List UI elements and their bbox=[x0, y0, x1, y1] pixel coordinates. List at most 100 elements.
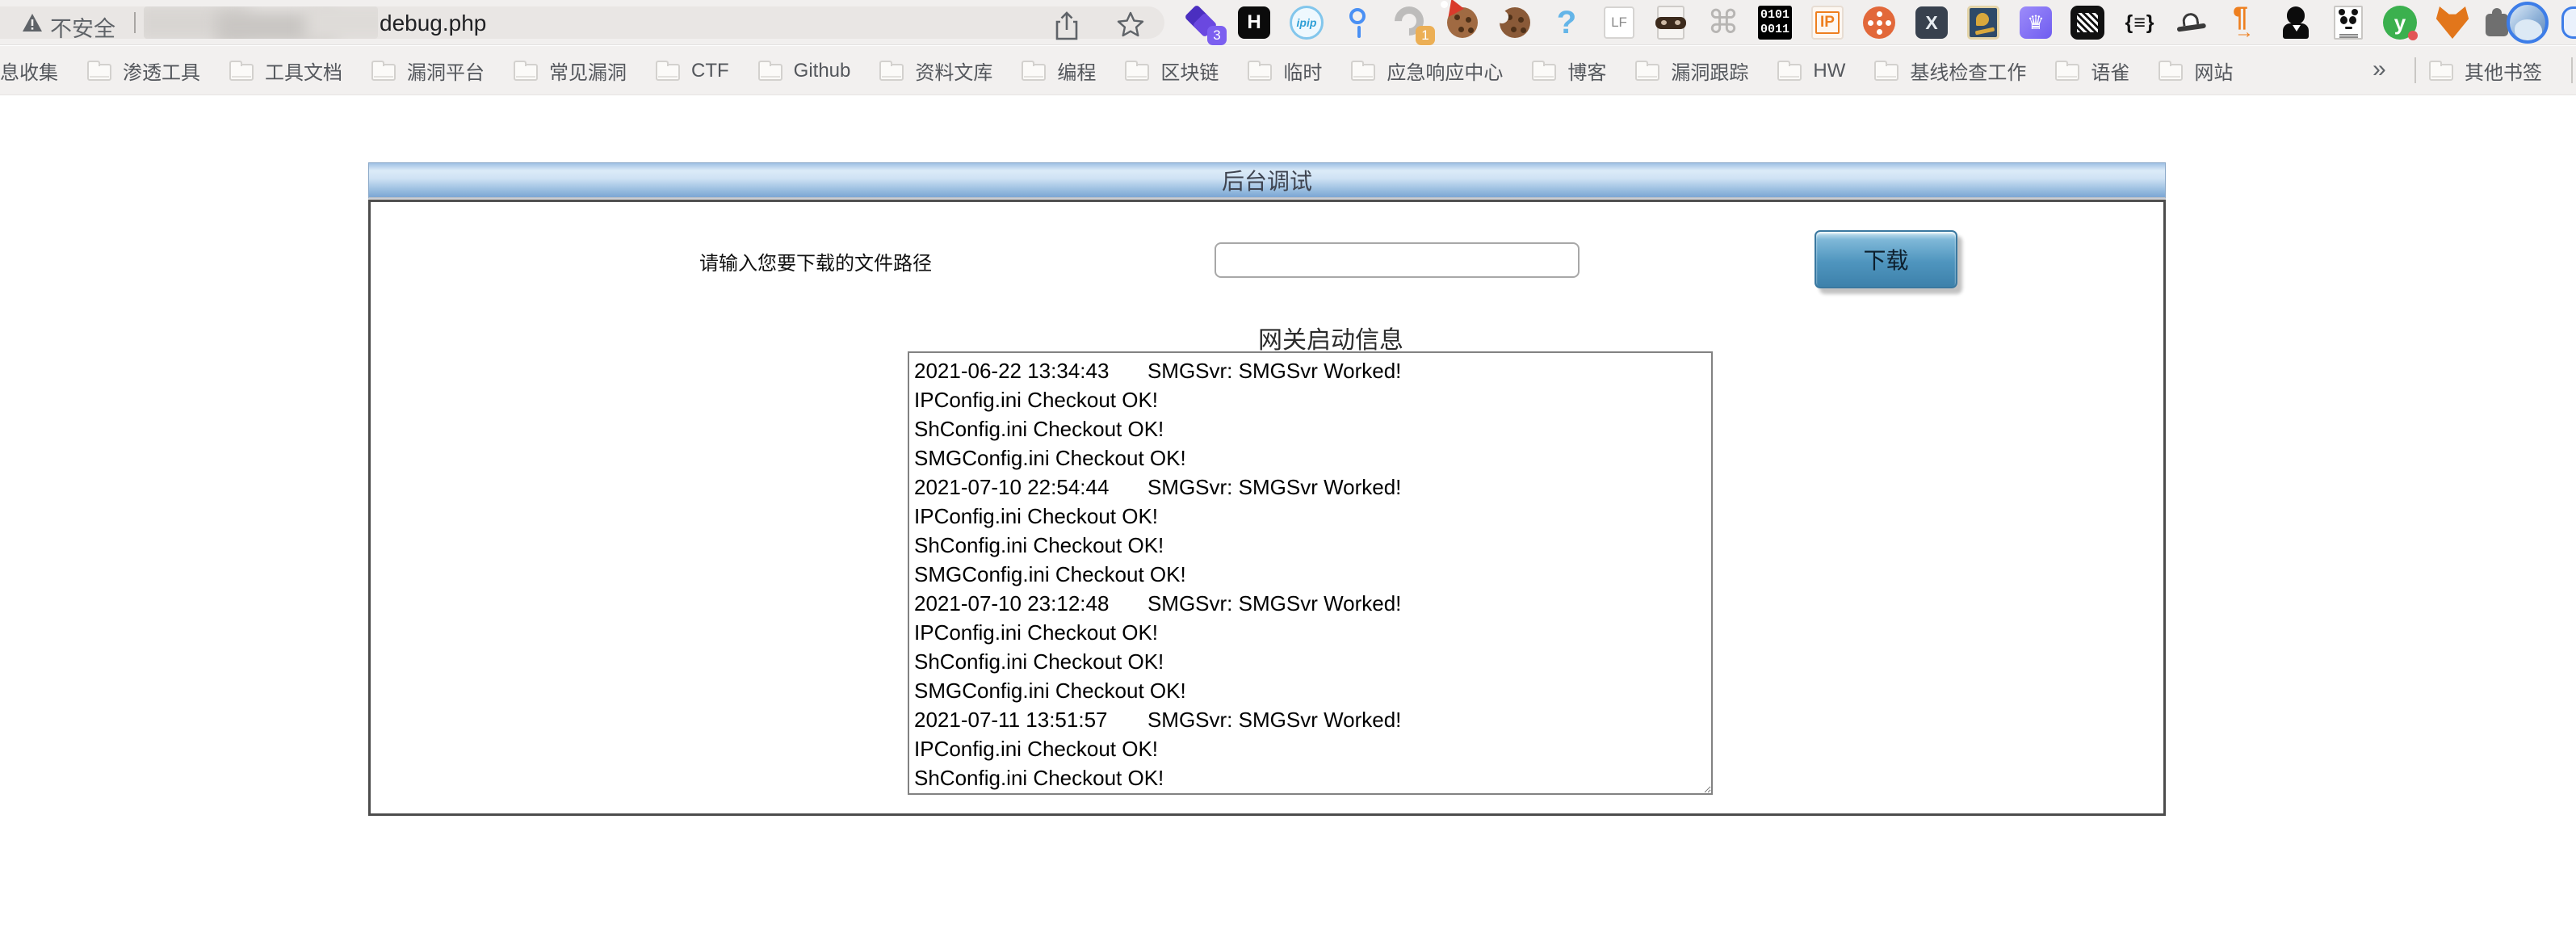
bookmark-item[interactable]: 资料文库 bbox=[879, 57, 992, 85]
bookmark-item[interactable]: 渗透工具 bbox=[87, 57, 200, 85]
chip-divider bbox=[134, 12, 136, 33]
ext-question-icon[interactable]: ? bbox=[1549, 5, 1584, 40]
ext-fox-wallet-icon[interactable] bbox=[2435, 5, 2470, 40]
ext-binary-icon[interactable]: 01010011 bbox=[1757, 5, 1793, 40]
not-secure-warning-icon bbox=[23, 14, 42, 32]
bookmark-item[interactable]: 基线检查工作 bbox=[1874, 57, 2026, 85]
bookmark-item[interactable]: 编程 bbox=[1022, 57, 1096, 85]
ext-command-icon[interactable]: ⌘ bbox=[1705, 5, 1741, 40]
ext-hooded-figure-icon[interactable] bbox=[2278, 5, 2314, 40]
bookmarks-divider-right bbox=[2571, 57, 2573, 83]
ext-y-icon[interactable]: y bbox=[2382, 5, 2418, 40]
bookmark-label: 编程 bbox=[1057, 57, 1096, 85]
browser-toolbar: 不安全 debug.php 3 H ipip 1 bbox=[0, 0, 2576, 45]
bookmarks-overflow-chevron[interactable]: » bbox=[2373, 56, 2386, 83]
panel-title-bar: 后台调试 bbox=[368, 162, 2166, 199]
ext-loop-icon[interactable]: 1 bbox=[1393, 5, 1429, 40]
security-chip-label[interactable]: 不安全 bbox=[50, 11, 115, 43]
ext-fedora-hat-icon[interactable] bbox=[2174, 5, 2209, 40]
bookmark-label: 博客 bbox=[1567, 57, 1606, 85]
other-bookmarks-folder[interactable]: 其他书签 bbox=[2429, 46, 2542, 95]
folder-icon bbox=[2055, 64, 2079, 81]
profile-avatar[interactable] bbox=[2507, 2, 2549, 44]
bookmark-label: 漏洞跟踪 bbox=[1671, 57, 1748, 85]
folder-icon bbox=[1635, 64, 1659, 81]
ext-x-icon[interactable]: X bbox=[1914, 5, 1949, 40]
ext-crown-icon[interactable]: ♛ bbox=[2018, 5, 2054, 40]
url-text[interactable]: debug.php bbox=[380, 11, 486, 36]
bookmark-item[interactable]: 常见漏洞 bbox=[514, 57, 627, 85]
folder-icon bbox=[514, 64, 538, 81]
bookmark-item[interactable]: 临时 bbox=[1248, 57, 1322, 85]
ext-ip-icon[interactable]: IP bbox=[1810, 5, 1845, 40]
download-path-input[interactable] bbox=[1215, 242, 1580, 278]
bookmark-label: 常见漏洞 bbox=[549, 57, 627, 85]
ext-ipip-icon[interactable]: ipip bbox=[1289, 5, 1324, 40]
bookmark-label: 息收集 bbox=[0, 57, 58, 85]
address-bar[interactable]: 不安全 debug.php bbox=[0, 6, 1164, 39]
bookmark-item[interactable]: 网站 bbox=[2159, 57, 2233, 85]
bookmarks-row: 息收集 渗透工具 工具文档 漏洞平台 常见漏洞 CTF Github 资料文库 编程 区块链 临时 应… bbox=[0, 46, 2233, 95]
download-path-label: 请输入您要下载的文件路径 bbox=[699, 247, 932, 275]
bookmark-star-icon[interactable] bbox=[1116, 11, 1145, 40]
ext-pilcrow-icon[interactable]: ¶→ bbox=[2226, 5, 2262, 40]
folder-icon bbox=[1125, 64, 1149, 81]
ext-emblem-icon[interactable] bbox=[1966, 5, 2001, 40]
folder-icon bbox=[1532, 64, 1556, 81]
folder-icon bbox=[371, 64, 396, 81]
folder-icon bbox=[1777, 64, 1802, 81]
ext-badge: 3 bbox=[1207, 26, 1227, 45]
ext-h-icon[interactable]: H bbox=[1236, 5, 1272, 40]
page-title: 后台调试 bbox=[1222, 164, 1312, 196]
bookmark-item[interactable]: 语雀 bbox=[2055, 57, 2129, 85]
bookmark-label: 漏洞平台 bbox=[407, 57, 485, 85]
bookmark-label: 工具文档 bbox=[265, 57, 342, 85]
ext-santa-cookie-icon[interactable] bbox=[1445, 5, 1480, 40]
bookmark-item[interactable]: 工具文档 bbox=[229, 57, 342, 85]
bookmark-label: 渗透工具 bbox=[123, 57, 200, 85]
bookmark-label: HW bbox=[1813, 60, 1845, 82]
bookmark-label: 基线检查工作 bbox=[1910, 57, 2026, 85]
bookmarks-bar: 息收集 渗透工具 工具文档 漏洞平台 常见漏洞 CTF Github 资料文库 编程 区块链 临时 应… bbox=[0, 46, 2576, 95]
bookmark-item[interactable]: 息收集 bbox=[0, 57, 58, 85]
bookmark-label: 网站 bbox=[2194, 57, 2233, 85]
bookmark-label: 资料文库 bbox=[915, 57, 992, 85]
ext-glitch-icon[interactable] bbox=[2070, 5, 2105, 40]
share-icon[interactable] bbox=[1055, 11, 1079, 41]
folder-icon bbox=[879, 64, 904, 81]
folder-icon bbox=[758, 64, 782, 81]
ext-badge: 1 bbox=[1416, 26, 1435, 45]
bookmark-label: Github bbox=[794, 60, 851, 82]
folder-icon bbox=[2159, 64, 2183, 81]
bookmark-item[interactable]: 博客 bbox=[1532, 57, 1606, 85]
ext-cookie-icon[interactable] bbox=[1497, 5, 1533, 40]
gateway-log-heading: 网关启动信息 bbox=[1230, 320, 1432, 355]
folder-icon bbox=[1022, 64, 1046, 81]
debug-panel: 后台调试 请输入您要下载的文件路径 下载 网关启动信息 2021-06-22 1… bbox=[368, 162, 2166, 816]
gateway-log-textarea[interactable]: 2021-06-22 13:34:43 SMGSvr: SMGSvr Worke… bbox=[908, 351, 1713, 795]
ext-purple-stack-icon[interactable]: 3 bbox=[1185, 5, 1220, 40]
bookmark-label: 区块链 bbox=[1160, 57, 1219, 85]
download-button[interactable]: 下载 bbox=[1815, 230, 1957, 288]
folder-icon bbox=[229, 64, 254, 81]
ext-masked-document-icon[interactable] bbox=[1653, 5, 1689, 40]
ext-braces-icon[interactable]: {≡} bbox=[2122, 5, 2158, 40]
bookmark-item[interactable]: CTF bbox=[656, 60, 729, 82]
ext-pin-icon[interactable] bbox=[1340, 5, 1376, 40]
ext-panda-meme-icon[interactable] bbox=[2331, 5, 2366, 40]
bookmark-item[interactable]: Github bbox=[758, 60, 851, 82]
folder-icon bbox=[1248, 64, 1272, 81]
bookmark-label: 语雀 bbox=[2091, 57, 2129, 85]
bookmark-item[interactable]: 区块链 bbox=[1125, 57, 1219, 85]
bookmark-label: 应急响应中心 bbox=[1387, 57, 1503, 85]
bookmark-label: CTF bbox=[691, 60, 729, 82]
folder-icon bbox=[2429, 64, 2453, 81]
profile-chip-partial[interactable] bbox=[2561, 6, 2576, 39]
bookmark-item[interactable]: HW bbox=[1777, 60, 1845, 82]
ext-orange-hub-icon[interactable] bbox=[1861, 5, 1897, 40]
bookmark-item[interactable]: 漏洞跟踪 bbox=[1635, 57, 1748, 85]
bookmark-item[interactable]: 漏洞平台 bbox=[371, 57, 485, 85]
bookmark-item[interactable]: 应急响应中心 bbox=[1351, 57, 1503, 85]
ext-lf-icon[interactable]: LF bbox=[1601, 5, 1637, 40]
folder-icon bbox=[87, 64, 111, 81]
